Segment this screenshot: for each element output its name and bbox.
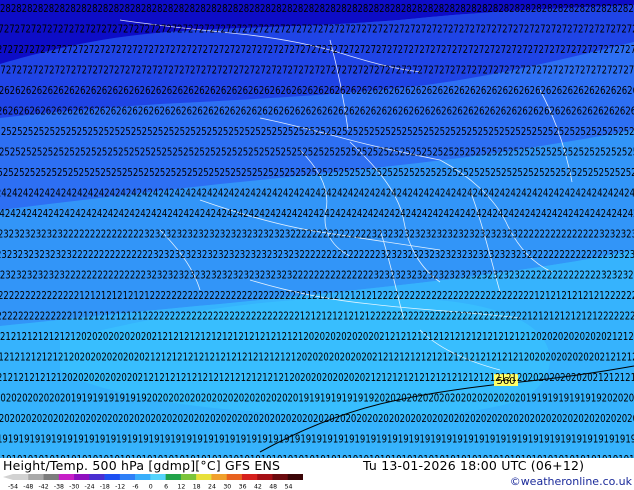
color-legend-tick: 18 bbox=[193, 484, 201, 490]
color-legend-tick: -42 bbox=[39, 484, 49, 490]
color-legend-swatch bbox=[13, 474, 29, 480]
color-legend-tick: 42 bbox=[254, 484, 262, 490]
color-legend-tick: 0 bbox=[149, 484, 153, 490]
color-legend-swatch bbox=[272, 474, 289, 480]
color-legend-swatch bbox=[28, 474, 44, 480]
color-legend-swatch bbox=[104, 474, 121, 480]
color-legend-tick: 6 bbox=[164, 484, 168, 490]
map-title: Height/Temp. 500 hPa [gdmp][°C] GFS ENS bbox=[3, 458, 281, 473]
color-legend-swatch bbox=[287, 474, 303, 480]
color-legend-tick: 30 bbox=[223, 484, 231, 490]
color-legend-tick: -54 bbox=[8, 484, 18, 490]
color-legend-tick: -12 bbox=[115, 484, 125, 490]
color-legend-ticks: -54 -48 -42 -38 -30 -24 -18 -12 -6 0 6 12 18 24 30 36 42… bbox=[8, 484, 293, 490]
color-legend-tick: 48 bbox=[269, 484, 277, 490]
site-credit: ©weatheronline.co.uk bbox=[509, 475, 632, 488]
map-footer: Height/Temp. 500 hPa [gdmp][°C] GFS ENS … bbox=[0, 458, 634, 490]
temperature-value-row: 2121212121212120202020202020212121212121… bbox=[0, 331, 634, 343]
temperature-value-row: 2424242424242424242424242424242424242424… bbox=[0, 208, 634, 220]
temperature-value-row: 2525252525252525252525252525252525252525… bbox=[0, 126, 634, 138]
color-legend-swatch bbox=[119, 474, 136, 480]
color-legend-tick: 54 bbox=[285, 484, 293, 490]
color-legend-tick: -30 bbox=[69, 484, 79, 490]
temperature-value-row: 2424242424242424242424242424242424242424… bbox=[0, 188, 634, 200]
color-legend-swatch bbox=[196, 474, 212, 480]
temperature-value-row: 2828282828282828282828282828282828282828… bbox=[0, 3, 634, 15]
temperature-value-row: 2626262626262626262626262626262626262626… bbox=[0, 85, 634, 97]
temperature-value-row: 2323232323232322222222222222232323232323… bbox=[0, 249, 634, 261]
color-legend-swatch bbox=[135, 474, 151, 480]
color-legend-tick: 12 bbox=[177, 484, 185, 490]
color-legend: -54 -48 -42 -38 -30 -24 -18 -12 -6 0 6 12 18 24 30 36 42… bbox=[3, 474, 303, 490]
color-legend-tick: -6 bbox=[132, 484, 138, 490]
temperature-value-row: 2727272727272727272727272727272727272727… bbox=[0, 24, 634, 36]
temperature-value-row: 2222222222222221212121212121222222222222… bbox=[0, 290, 634, 302]
temperature-value-row: 2727272727272727272727272727272727272727… bbox=[0, 44, 634, 56]
color-legend-tick: 36 bbox=[239, 484, 247, 490]
temperature-value-row: 2020202020202019191919191919202020202020… bbox=[0, 393, 634, 405]
temperature-value-row: 2323232323232322222222222222232323232323… bbox=[0, 229, 634, 241]
color-legend-swatch bbox=[43, 474, 60, 480]
color-legend-swatch bbox=[165, 474, 182, 480]
temperature-value-row: 2222222222222221212121212121222222222222… bbox=[0, 311, 634, 323]
temperature-value-row: 2121212121212120202020202020212121212121… bbox=[0, 372, 634, 384]
color-legend-tick: -18 bbox=[100, 484, 110, 490]
color-legend-swatch bbox=[150, 474, 166, 480]
color-legend-tick: -48 bbox=[23, 484, 33, 490]
color-legend-swatch bbox=[226, 474, 243, 480]
color-legend-swatch bbox=[257, 474, 273, 480]
valid-time: Tu 13-01-2026 18:00 UTC (06+12) bbox=[363, 458, 585, 473]
temperature-value-row: 2525252525252525252525252525252525252525… bbox=[0, 147, 634, 159]
color-legend-tick: -38 bbox=[54, 484, 64, 490]
temperature-value-row: 2323232323232322222222222222232323232323… bbox=[0, 270, 634, 282]
color-legend-tick: 24 bbox=[208, 484, 216, 490]
color-legend-swatch bbox=[211, 474, 227, 480]
temperature-value-row: 2525252525252525252525252525252525252525… bbox=[0, 167, 634, 179]
color-legend-swatch bbox=[74, 474, 90, 480]
weather-map: 560 282828282828282828282828282828282828… bbox=[0, 0, 634, 458]
temperature-value-row: 2121212121212120202020202020212121212121… bbox=[0, 352, 634, 364]
color-legend-low-arrow bbox=[3, 474, 13, 480]
color-legend-swatches bbox=[3, 474, 303, 480]
temperature-value-row: 2626262626262626262626262626262626262626… bbox=[0, 106, 634, 118]
color-legend-swatch bbox=[89, 474, 105, 480]
color-legend-swatch bbox=[241, 474, 258, 480]
color-legend-swatch bbox=[180, 474, 197, 480]
color-legend-tick: -24 bbox=[84, 484, 94, 490]
color-legend-swatch bbox=[58, 474, 75, 480]
temperature-value-row: 2020202020202020202020202020202020202020… bbox=[0, 413, 634, 425]
temperature-value-row: 2727272727272727272727272727272727272727… bbox=[0, 65, 634, 77]
temperature-value-row: 1919191919191919191919191919191919191919… bbox=[0, 434, 634, 446]
